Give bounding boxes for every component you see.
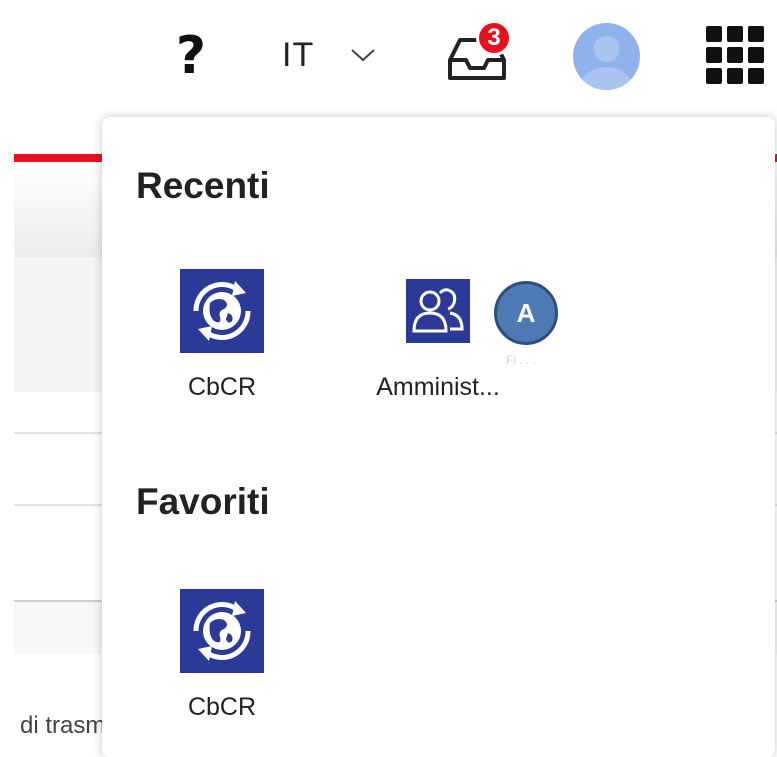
notification-badge: 3 — [476, 20, 512, 56]
language-code: IT — [282, 35, 315, 74]
app-tile-cbcr-favorite[interactable]: CbCR — [142, 589, 302, 729]
app-tile-label: Amminist... — [376, 373, 500, 401]
background-text: di trasm — [20, 712, 106, 739]
globe-refresh-icon — [180, 589, 264, 673]
globe-refresh-icon — [180, 269, 264, 353]
avatar[interactable] — [573, 23, 640, 90]
apps-grid-icon[interactable] — [706, 26, 764, 84]
users-group-icon — [406, 279, 470, 343]
inbox-button[interactable]: 3 — [446, 20, 514, 84]
help-icon[interactable]: ? — [166, 24, 216, 88]
top-bar: ? IT 3 — [0, 0, 777, 112]
chevron-down-icon — [351, 49, 375, 62]
app-tile-cbcr-recent[interactable]: CbCR — [142, 269, 302, 409]
user-silhouette-icon — [580, 36, 633, 90]
recent-section-title: Recenti — [136, 165, 270, 206]
favorites-section-title: Favoriti — [136, 481, 270, 522]
app-tile-amministrazione[interactable]: Amminist... — [358, 279, 518, 419]
callout-marker: A — [494, 281, 558, 345]
faint-text: Fi . . . — [506, 353, 536, 367]
app-tile-label: CbCR — [187, 373, 257, 401]
app-tile-label: CbCR — [187, 693, 257, 721]
language-selector[interactable]: IT — [282, 30, 376, 80]
apps-dropdown-panel: Recenti CbCR Amminist... A Fi . . . Favo… — [102, 117, 775, 757]
